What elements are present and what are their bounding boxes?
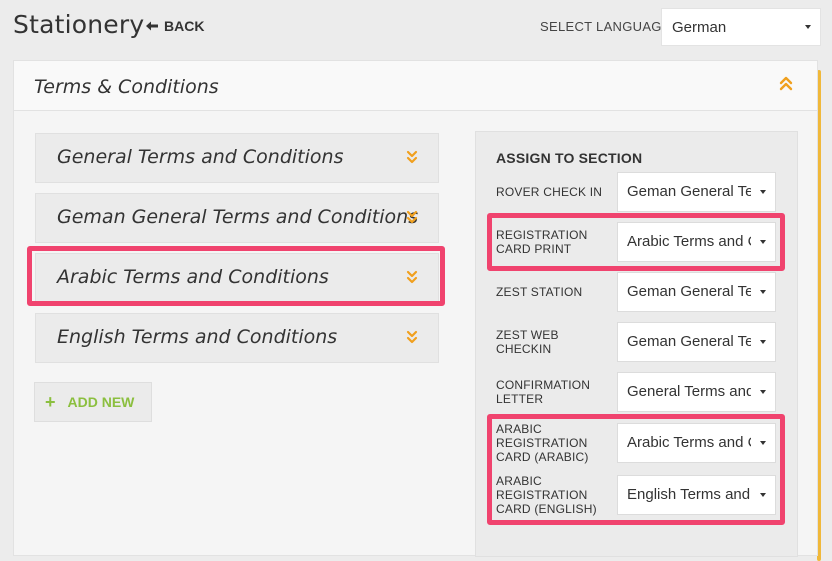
assign-select-value: Arabic Terms and Conditions (627, 434, 751, 451)
language-label: SELECT LANGUAGE (540, 19, 671, 34)
caret-down-icon (760, 390, 766, 394)
caret-down-icon (760, 340, 766, 344)
assign-label: REGISTRATION CARD PRINT (496, 228, 588, 256)
language-select[interactable]: German (661, 8, 821, 46)
assign-section: ASSIGN TO SECTION ROVER CHECK IN Geman G… (475, 131, 798, 557)
assign-label: ARABIC REGISTRATION CARD (ARABIC) (496, 422, 589, 464)
language-value: German (672, 18, 727, 36)
term-item[interactable]: Geman General Terms and Conditions (35, 193, 439, 243)
term-item[interactable]: English Terms and Conditions (35, 313, 439, 363)
assign-label: ARABIC REGISTRATION CARD (ENGLISH) (496, 474, 597, 516)
assign-label: ROVER CHECK IN (496, 185, 603, 199)
assign-label: ZEST STATION (496, 285, 583, 299)
add-new-label: ADD NEW (67, 394, 135, 410)
left-arrow-icon (146, 19, 158, 34)
term-label: Geman General Terms and Conditions (57, 206, 419, 228)
double-chevron-down-icon[interactable] (406, 330, 418, 344)
back-label: BACK (164, 18, 205, 34)
term-item[interactable]: General Terms and Conditions (35, 133, 439, 183)
term-label: General Terms and Conditions (57, 146, 344, 168)
assign-select[interactable]: Arabic Terms and Conditions (617, 222, 776, 262)
assign-title: ASSIGN TO SECTION (496, 150, 643, 166)
caret-down-icon (805, 25, 811, 29)
caret-down-icon (760, 441, 766, 445)
assign-select-value: Geman General Terms and Conditions (627, 333, 751, 350)
assign-select[interactable]: General Terms and Conditions (617, 372, 776, 412)
term-item[interactable]: Arabic Terms and Conditions (35, 253, 439, 303)
assign-select-value: General Terms and Conditions (627, 383, 751, 400)
caret-down-icon (760, 290, 766, 294)
assign-label: ZEST WEB CHECKIN (496, 328, 559, 356)
double-chevron-down-icon[interactable] (406, 210, 418, 224)
assign-label: CONFIRMATION LETTER (496, 378, 591, 406)
assign-select-value: Geman General Terms and Conditions (627, 183, 751, 200)
assign-select[interactable]: Geman General Terms and Conditions (617, 272, 776, 312)
caret-down-icon (760, 240, 766, 244)
page-title: Stationery (13, 10, 145, 39)
assign-select-value: Arabic Terms and Conditions (627, 233, 751, 250)
plus-icon: + (45, 392, 56, 412)
back-button[interactable]: BACK (146, 18, 204, 34)
add-new-button[interactable]: + ADD NEW (34, 382, 152, 422)
assign-select[interactable]: Arabic Terms and Conditions (617, 423, 776, 463)
panel-header[interactable]: Terms & Conditions (14, 61, 817, 111)
term-label: Arabic Terms and Conditions (57, 266, 329, 288)
assign-select-value: Geman General Terms and Conditions (627, 283, 751, 300)
assign-select[interactable]: English Terms and Conditions (617, 475, 776, 515)
top-bar: Stationery BACK SELECT LANGUAGE German (0, 0, 832, 56)
panel-title: Terms & Conditions (34, 76, 219, 98)
term-label: English Terms and Conditions (57, 326, 338, 348)
terms-panel: Terms & Conditions General Terms and Con… (13, 60, 818, 557)
caret-down-icon (760, 493, 766, 497)
double-chevron-down-icon[interactable] (406, 270, 418, 284)
assign-select-value: English Terms and Conditions (627, 486, 751, 503)
assign-select[interactable]: Geman General Terms and Conditions (617, 172, 776, 212)
caret-down-icon (760, 190, 766, 194)
double-chevron-down-icon[interactable] (406, 150, 418, 164)
double-chevron-up-icon[interactable] (779, 75, 795, 93)
assign-select[interactable]: Geman General Terms and Conditions (617, 322, 776, 362)
